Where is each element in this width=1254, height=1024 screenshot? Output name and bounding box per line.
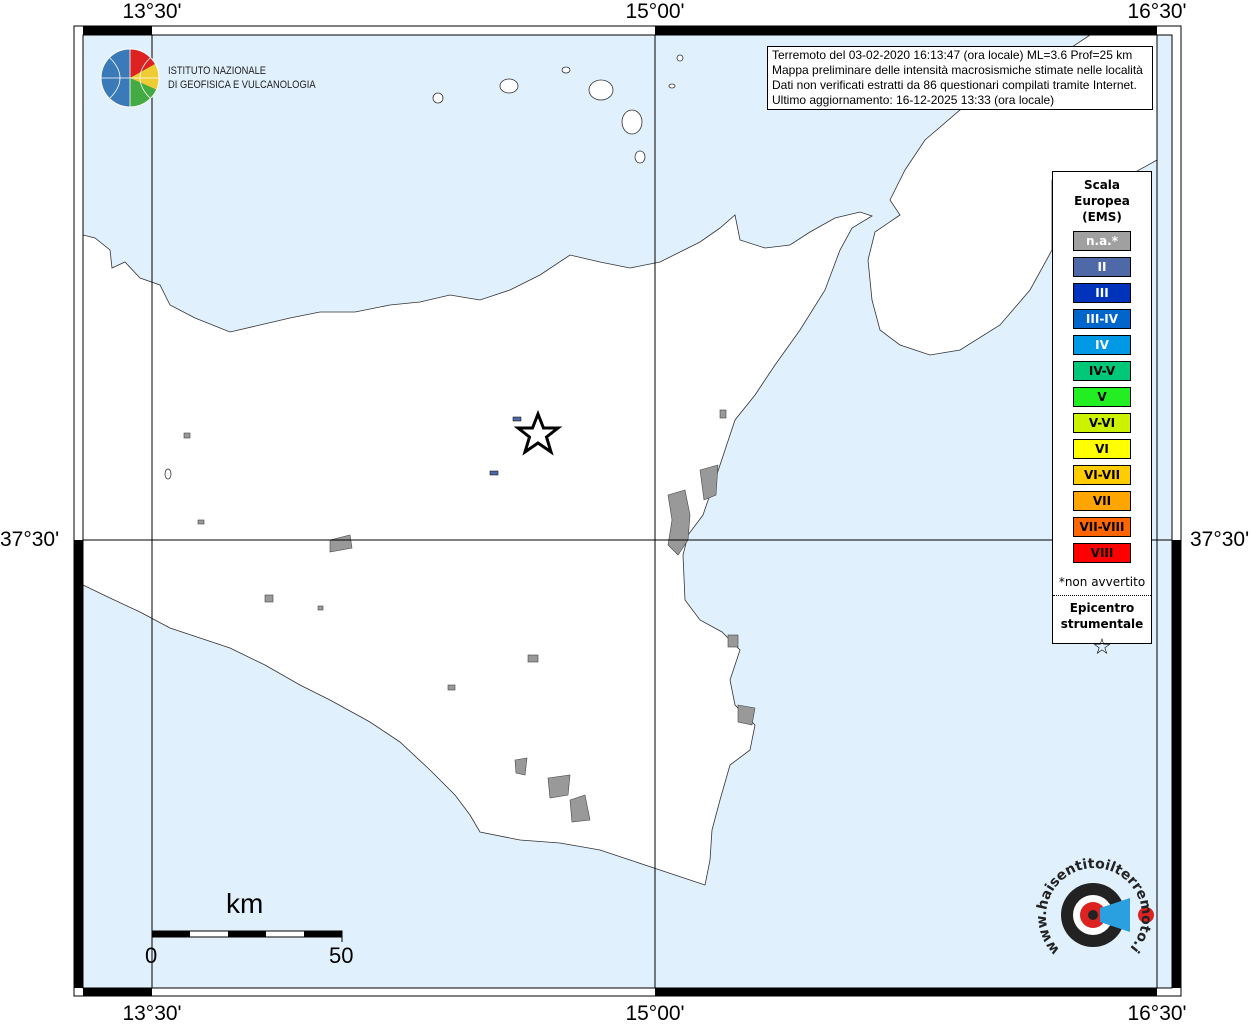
legend-swatch-v-vi: V-VI (1073, 413, 1131, 433)
epicenter-label: strumentale (1060, 617, 1144, 631)
legend-title: Europea (1074, 194, 1130, 208)
scale-unit: km (226, 888, 264, 919)
legend-swatch-v: V (1073, 387, 1131, 407)
legend-swatch-iii: III (1073, 283, 1131, 303)
intensity-II-locality (512, 416, 522, 422)
event-info-box: Terremoto del 03-02-2020 16:13:47 (ora l… (767, 46, 1153, 110)
locality (527, 654, 539, 663)
lat-label-right: 37°30' (1190, 528, 1250, 551)
locality (183, 432, 191, 439)
logo-line: ISTITUTO NAZIONALE (168, 65, 267, 77)
scale-min: 0 (145, 943, 158, 968)
info-line: Dati non verificati estratti da 86 quest… (772, 78, 1137, 92)
last-update: Ultimo aggiornamento: 16-12-2025 13:33 (… (772, 93, 1055, 107)
locality (317, 605, 324, 611)
legend-swatch-iv-v: IV-V (1073, 361, 1131, 381)
epicenter-legend-star-icon: ☆ (1092, 635, 1112, 660)
locality (447, 684, 456, 691)
legend-title: (EMS) (1082, 210, 1122, 224)
locality (737, 704, 756, 726)
lon-label-top-2: 15°00' (625, 0, 685, 23)
lon-label-bottom-1: 13°30' (122, 1002, 182, 1024)
legend-swatch-vi-vii: VI-VII (1073, 465, 1131, 485)
lon-label-top-1: 13°30' (122, 0, 182, 23)
ingv-logo-icon (100, 48, 160, 108)
legend-title: Scala (1083, 178, 1121, 192)
logo-line: DI GEOFISICA E VULCANOLOGIA (168, 79, 316, 91)
locality (727, 634, 739, 648)
legend-note: *non avvertito (1058, 575, 1146, 589)
legend-swatch-vii-viii: VII-VIII (1073, 517, 1131, 537)
ems-legend: Scala Europea (EMS) n.a.* II III III-IV IV IV… (1052, 171, 1152, 660)
locality (264, 594, 274, 603)
lon-label-top-3: 16°30' (1127, 0, 1187, 23)
legend-divider (1053, 595, 1151, 596)
ingv-logo-text: ISTITUTO NAZIONALE DI GEOFISICA E VULCAN… (168, 64, 316, 92)
legend-swatch-iii-iv: III-IV (1073, 309, 1131, 329)
lat-label-left: 37°30' (0, 528, 60, 551)
lon-label-bottom-2: 15°00' (625, 1002, 685, 1024)
legend-swatch-ii: II (1073, 257, 1131, 277)
info-line: Mappa preliminare delle intensità macros… (772, 63, 1143, 77)
lon-label-bottom-3: 16°30' (1127, 1002, 1187, 1024)
epicenter-label: Epicentro (1069, 601, 1135, 615)
locality (547, 774, 571, 799)
scale-max: 50 (329, 943, 354, 968)
locality (719, 409, 727, 419)
locality (514, 757, 528, 776)
locality (197, 519, 205, 525)
legend-swatch-vi: VI (1073, 439, 1131, 459)
event-title: Terremoto del 03-02-2020 16:13:47 (ora l… (772, 48, 1133, 62)
legend-swatch-vii: VII (1073, 491, 1131, 511)
legend-swatch-iv: IV (1073, 335, 1131, 355)
legend-swatch-viii: VIII (1073, 543, 1131, 563)
legend-swatch-n-a-: n.a.* (1073, 231, 1131, 251)
macroseismic-map: www.haisentitoilterremoto.it 13°30' 15°0… (0, 0, 1254, 1024)
intensity-II-locality (489, 470, 499, 476)
